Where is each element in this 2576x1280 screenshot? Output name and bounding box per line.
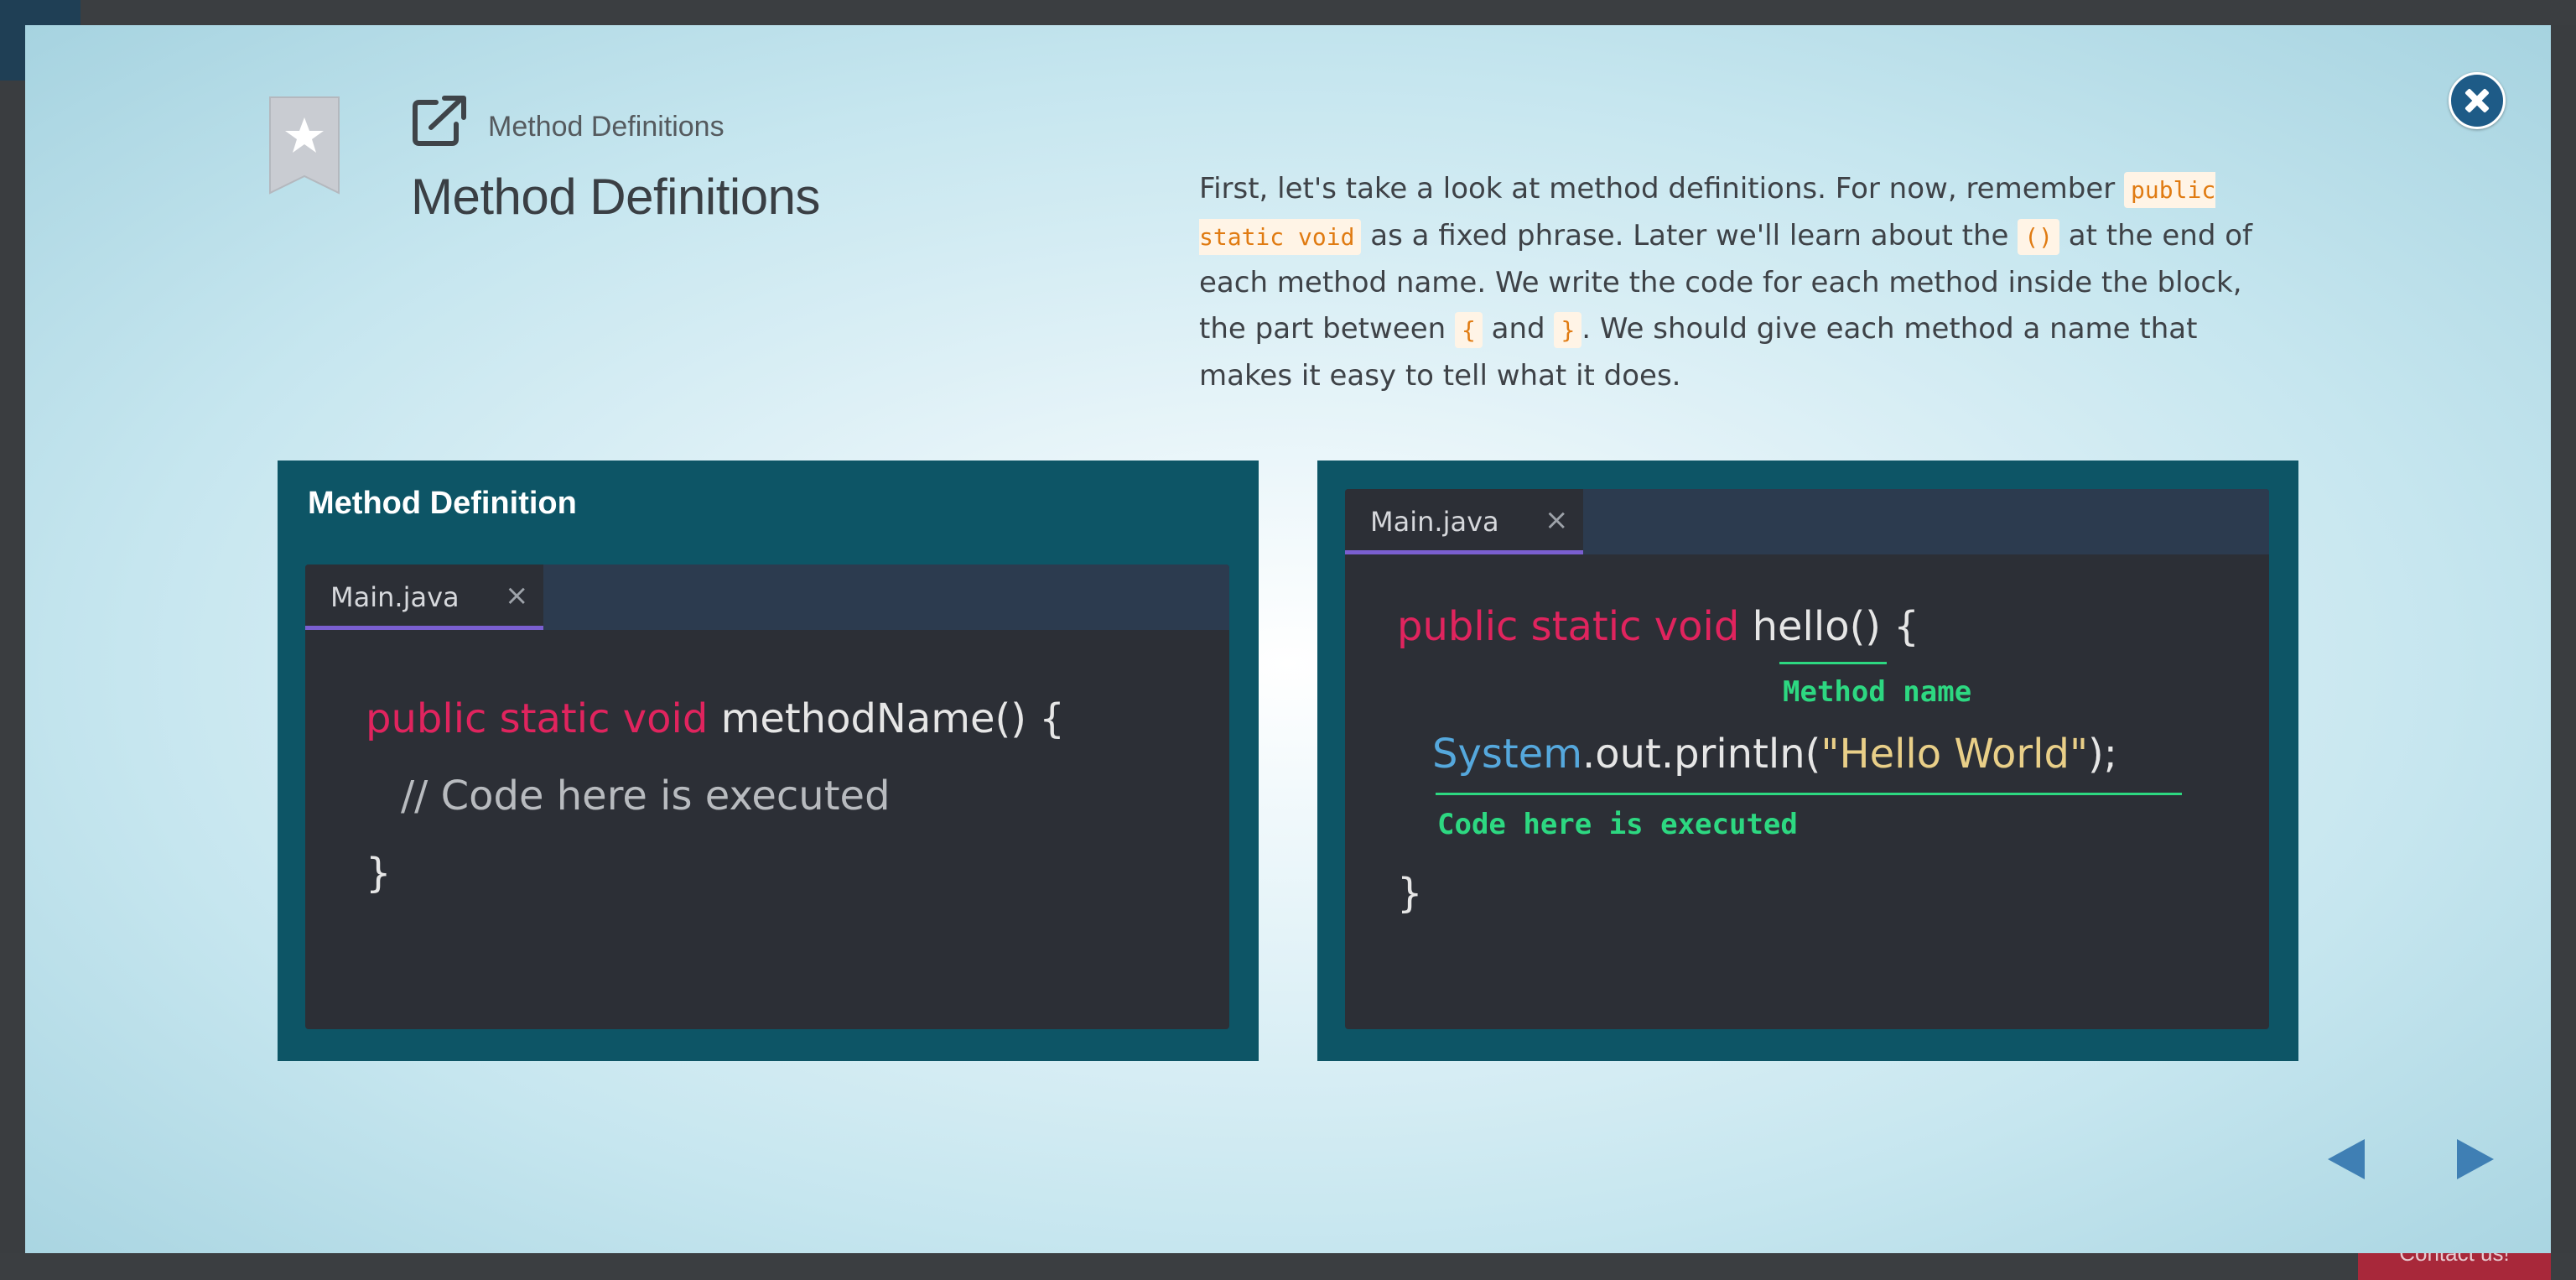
code-text: methodName() { <box>720 695 1065 742</box>
code-string: "Hello World" <box>1820 731 2089 778</box>
code-body-underline <box>1436 793 2182 795</box>
tab-close-icon[interactable]: × <box>1545 503 1569 537</box>
tab-label: Main.java <box>1370 506 1499 538</box>
lesson-modal: Method Definitions Method Definitions Fi… <box>25 25 2551 1253</box>
code-chip: } <box>1554 312 1582 348</box>
external-link-icon[interactable] <box>411 94 470 148</box>
code-text: .out.println( <box>1582 731 1821 778</box>
code-line-1: public static void methodName() { <box>366 695 1065 742</box>
annotation-code-executed: Code here is executed <box>1437 808 1798 841</box>
panel-title: Method Definition <box>308 486 577 521</box>
method-name-underline <box>1779 662 1887 664</box>
close-button[interactable] <box>2449 72 2506 129</box>
code-chip: { <box>1454 312 1483 348</box>
tab-label: Main.java <box>330 581 460 613</box>
code-keyword: public static void <box>366 695 721 742</box>
background-bottom-bar <box>0 1253 2576 1280</box>
code-line-3: } <box>366 850 392 897</box>
file-tab-main-java[interactable]: Main.java × <box>305 565 543 630</box>
code-editor: Main.java × public static void hello() {… <box>1345 489 2269 1029</box>
method-definition-panel: Method Definition Main.java × public sta… <box>278 460 1259 1061</box>
description-text: as a fixed phrase. Later we'll learn abo… <box>1361 219 2018 252</box>
breadcrumb: Method Definitions <box>488 111 724 143</box>
code-line-3: } <box>1397 870 1423 917</box>
code-text: () { <box>1849 603 1919 650</box>
background-topbar <box>0 0 2576 25</box>
description-text: and <box>1482 312 1555 346</box>
tab-close-icon[interactable]: × <box>505 579 529 612</box>
code-line-2: // Code here is executed <box>401 773 891 820</box>
code-keyword: public static void <box>1397 603 1753 650</box>
file-tab-main-java[interactable]: Main.java × <box>1345 489 1583 554</box>
method-example-panel: Main.java × public static void hello() {… <box>1317 460 2298 1061</box>
code-text: ); <box>2088 731 2117 778</box>
editor-tabbar: Main.java × <box>305 565 1229 630</box>
previous-slide-arrow-icon[interactable] <box>2328 1139 2365 1179</box>
code-chip: () <box>2018 219 2059 255</box>
code-method-name: hello <box>1752 603 1850 650</box>
code-editor: Main.java × public static void methodNam… <box>305 565 1229 1029</box>
lesson-description: First, let's take a look at method defin… <box>1199 166 2289 399</box>
code-line-1: public static void hello() { <box>1397 603 1919 650</box>
code-line-2: System.out.println("Hello World"); <box>1432 731 2117 778</box>
bookmark-icon[interactable] <box>268 96 340 195</box>
code-class: System <box>1432 731 1582 778</box>
annotation-method-name: Method name <box>1783 675 1972 709</box>
next-slide-arrow-icon[interactable] <box>2457 1139 2494 1179</box>
description-text: First, let's take a look at method defin… <box>1199 172 2125 206</box>
page-title: Method Definitions <box>411 169 820 225</box>
editor-tabbar: Main.java × <box>1345 489 2269 554</box>
